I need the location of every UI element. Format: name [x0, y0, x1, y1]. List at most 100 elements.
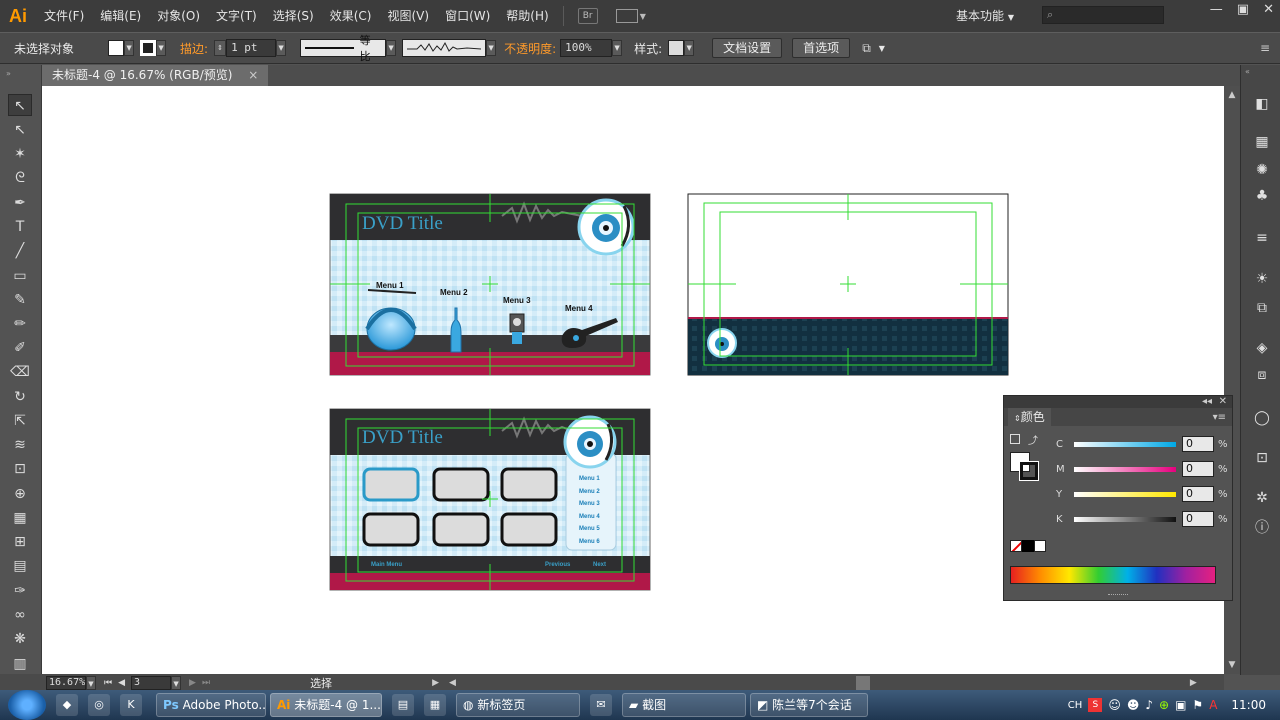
black-slider[interactable]	[1074, 516, 1176, 522]
menu-effect[interactable]: 效果(C)	[322, 0, 380, 32]
gradient-tool-icon[interactable]: ▤	[8, 555, 32, 577]
next-artboard-icon[interactable]: ▶	[189, 678, 196, 688]
quicklaunch-k-icon[interactable]: K	[120, 694, 142, 716]
artboards-panel-icon[interactable]: ⧈	[1253, 366, 1271, 384]
scroll-left-icon[interactable]: ◀	[449, 678, 456, 688]
panel-titlebar[interactable]: ◂◂ ✕	[1004, 396, 1232, 408]
style-swatch[interactable]	[668, 40, 685, 56]
panel-resize-handle[interactable]	[1108, 594, 1128, 597]
menu-window[interactable]: 窗口(W)	[437, 0, 498, 32]
style-dropdown[interactable]: ▼	[684, 40, 695, 56]
appearance-panel-icon[interactable]: ☀	[1253, 270, 1271, 288]
acrobat-icon[interactable]: A	[1209, 698, 1217, 712]
opacity-field[interactable]: 100%	[560, 39, 613, 57]
status-menu-icon[interactable]: ▶	[432, 678, 439, 688]
taskbar-chat[interactable]: ◩ 陈兰等7个会话	[750, 693, 868, 717]
cyan-value-field[interactable]: 0	[1182, 436, 1214, 452]
search-input[interactable]: ⌕	[1042, 6, 1164, 24]
last-artboard-icon[interactable]: ⏭	[202, 678, 210, 688]
eraser-tool-icon[interactable]: ⌫	[8, 361, 32, 383]
stroke-color-swatch[interactable]	[1019, 461, 1039, 481]
taskbar-photoshop[interactable]: Ps Adobe Photo...	[156, 693, 266, 717]
zoom-dropdown[interactable]: ▼	[86, 675, 96, 690]
tray-plus-icon[interactable]: ⊕	[1159, 698, 1169, 712]
first-artboard-icon[interactable]: ⏮	[104, 678, 112, 688]
menu-select[interactable]: 选择(S)	[265, 0, 322, 32]
width-tool-icon[interactable]: ≋	[8, 434, 32, 456]
stroke-dropdown[interactable]: ▼	[156, 40, 167, 56]
yellow-slider[interactable]	[1074, 491, 1176, 497]
quicklaunch-shield-icon[interactable]: ◆	[56, 694, 78, 716]
variable-width-profile[interactable]: 等比	[300, 34, 387, 63]
submenu-item-5[interactable]: Menu 5	[579, 526, 600, 532]
collapse-panel-icon[interactable]: »	[6, 69, 11, 78]
thumbnail-4[interactable]	[362, 512, 420, 547]
thumbnail-2[interactable]	[432, 467, 490, 502]
tray-chat-icon[interactable]: ☺	[1108, 698, 1121, 712]
artboard-dropdown[interactable]: ▼	[171, 675, 182, 690]
color-panel-icon[interactable]: ◧	[1253, 95, 1271, 113]
menu-object[interactable]: 对象(O)	[149, 0, 208, 32]
stroke-label[interactable]: 描边:	[180, 40, 208, 57]
selection-tool-icon[interactable]: ↖	[8, 94, 32, 116]
menu-edit[interactable]: 编辑(E)	[92, 0, 149, 32]
brushes-panel-icon[interactable]: ✺	[1253, 161, 1271, 179]
taskbar-screenshot[interactable]: ▰ 截图	[622, 693, 746, 717]
shape-builder-tool-icon[interactable]: ⊕	[8, 483, 32, 505]
chevron-down-icon[interactable]: ▼	[879, 44, 885, 53]
color-spectrum[interactable]	[1010, 566, 1216, 584]
rectangle-tool-icon[interactable]: ▭	[8, 265, 32, 287]
brush-definition[interactable]	[402, 39, 487, 57]
stroke-stepper[interactable]: ⇕	[214, 40, 227, 56]
scroll-up-icon[interactable]: ▲	[1224, 90, 1240, 100]
thumbnail-1[interactable]	[362, 467, 420, 502]
opacity-dropdown[interactable]: ▼	[612, 40, 623, 56]
rotate-tool-icon[interactable]: ↻	[8, 386, 32, 408]
language-indicator[interactable]: CH	[1068, 700, 1083, 711]
fill-dropdown[interactable]: ▼	[124, 40, 135, 56]
navigator-panel-icon[interactable]: ✲	[1253, 489, 1271, 507]
zoom-field[interactable]: 16.67%	[46, 675, 86, 690]
calculator-icon[interactable]: ▤	[392, 694, 414, 716]
arrange-documents-icon[interactable]	[615, 9, 638, 23]
symbols-panel-icon[interactable]: ♣	[1253, 187, 1271, 205]
magic-wand-tool-icon[interactable]: ✶	[8, 143, 32, 165]
start-button[interactable]	[8, 690, 46, 720]
menu-view[interactable]: 视图(V)	[379, 0, 437, 32]
mail-icon[interactable]: ✉	[590, 694, 612, 716]
stroke-weight-field[interactable]: 1 pt	[226, 39, 277, 57]
yellow-value-field[interactable]: 0	[1182, 486, 1214, 502]
arrange-icon[interactable]: ⧉	[862, 41, 871, 56]
pencil-tool-icon[interactable]: ✏	[8, 313, 32, 335]
stroke-panel-icon[interactable]: ≡	[1253, 229, 1271, 247]
scroll-down-icon[interactable]: ▼	[1224, 660, 1240, 670]
main-menu-link[interactable]: Main Menu	[371, 562, 402, 568]
document-tab[interactable]: 未标题-4 @ 16.67% (RGB/预览) ×	[42, 65, 269, 86]
close-button[interactable]: ✕	[1263, 2, 1274, 17]
artboard-1[interactable]: DVD Title Menu 1 Menu 2 Menu 3 Menu 4	[329, 193, 651, 376]
type-tool-icon[interactable]: T	[8, 216, 32, 238]
scale-tool-icon[interactable]: ⇱	[8, 410, 32, 432]
stroke-weight-dropdown[interactable]: ▼	[276, 40, 287, 56]
cyan-slider[interactable]	[1074, 441, 1176, 447]
artboard-3[interactable]: DVD Title Menu 1 Menu 2 Menu 3 Menu 4 Me…	[329, 408, 651, 591]
magenta-value-field[interactable]: 0	[1182, 461, 1214, 477]
film-icon[interactable]: ▦	[424, 694, 446, 716]
layers-panel-icon[interactable]: ◈	[1253, 339, 1271, 357]
menu-file[interactable]: 文件(F)	[36, 0, 92, 32]
tray-users-icon[interactable]: ☻	[1127, 698, 1140, 712]
workspace-switcher[interactable]: 基本功能 ▼	[956, 7, 1014, 24]
perspective-grid-tool-icon[interactable]: ▦	[8, 507, 32, 529]
black-swatch[interactable]	[1022, 540, 1034, 552]
panel-menu-icon[interactable]: ≡	[1260, 41, 1270, 55]
free-transform-tool-icon[interactable]: ⊡	[8, 458, 32, 480]
network-icon[interactable]: ▣	[1175, 698, 1186, 712]
thumbnail-3[interactable]	[500, 467, 558, 502]
document-setup-button[interactable]: 文档设置	[712, 38, 783, 58]
submenu-item-2[interactable]: Menu 2	[579, 489, 600, 495]
pen-tool-icon[interactable]: ✒	[8, 192, 32, 214]
graphic-styles-panel-icon[interactable]: ⧉	[1253, 299, 1271, 317]
lasso-tool-icon[interactable]: ᘓ	[8, 167, 32, 189]
none-swatch[interactable]	[1010, 540, 1022, 552]
thumbnail-5[interactable]	[432, 512, 490, 547]
